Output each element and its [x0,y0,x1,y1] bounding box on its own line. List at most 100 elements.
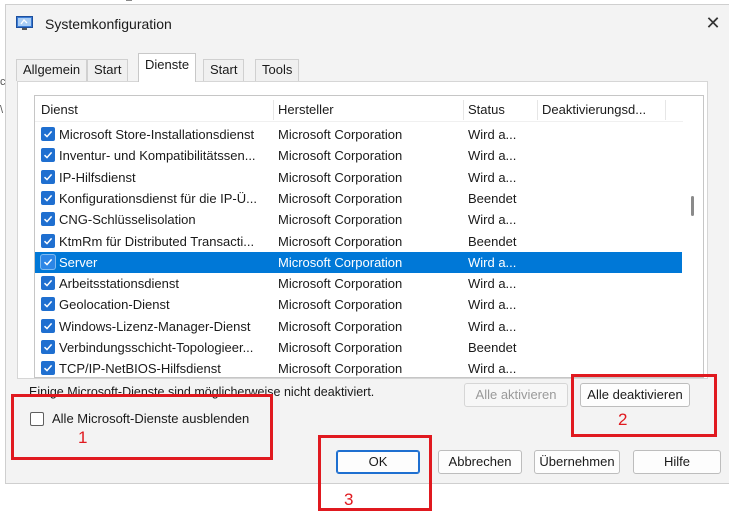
service-manufacturer: Microsoft Corporation [278,212,403,227]
service-manufacturer: Microsoft Corporation [278,340,403,355]
service-manufacturer: Microsoft Corporation [278,127,403,142]
column-header-manufacturer[interactable]: Hersteller [274,96,463,122]
service-name: Inventur- und Kompatibilitätssen... [59,148,256,163]
service-status: Wird a... [468,170,517,185]
service-checkbox[interactable] [41,319,55,333]
service-manufacturer: Microsoft Corporation [278,255,403,270]
service-checkbox[interactable] [41,170,55,184]
tab-start-2[interactable]: Start [203,59,245,81]
service-status: Wird a... [468,127,517,142]
check-icon [43,258,53,266]
check-icon [43,237,53,245]
check-icon [43,173,53,181]
service-manufacturer: Microsoft Corporation [278,361,403,376]
window-title: Systemkonfiguration [45,16,172,32]
services-panel: Dienst Hersteller Status Deaktivierungsd… [17,81,708,379]
list-header: Dienst Hersteller Status Deaktivierungsd… [35,96,684,122]
help-button[interactable]: Hilfe [633,450,721,474]
service-status: Wird a... [468,319,517,334]
annotation-box-2 [571,374,717,437]
service-status: Wird a... [468,297,517,312]
annotation-number-2: 2 [618,410,628,429]
check-icon [43,279,53,287]
service-checkbox[interactable] [41,361,55,375]
apply-button[interactable]: Übernehmen [534,450,620,474]
service-status: Beendet [468,340,517,355]
annotation-box-3 [318,435,432,511]
service-manufacturer: Microsoft Corporation [278,234,403,249]
service-status: Wird a... [468,361,517,376]
check-icon [43,343,53,351]
annotation-number-1: 1 [78,428,88,447]
service-checkbox[interactable] [41,340,55,354]
service-manufacturer: Microsoft Corporation [278,276,403,291]
table-row[interactable]: Windows-Lizenz-Manager-Dienst Microsoft C… [35,316,682,337]
check-icon [43,215,53,223]
annotation-box-1 [11,394,273,460]
service-checkbox[interactable] [41,212,55,226]
close-button[interactable]: ✕ [701,10,725,36]
tab-start[interactable]: Start [87,59,129,81]
service-checkbox[interactable] [41,191,55,205]
service-checkbox[interactable] [41,276,55,290]
check-icon [43,194,53,202]
table-row[interactable]: Microsoft Store-Installationsdienst Micro… [35,124,682,145]
check-icon [43,300,53,308]
tab-dienste[interactable]: Dienste [138,53,197,82]
scrollbar-thumb[interactable] [691,196,694,216]
service-status: Wird a... [468,255,517,270]
service-status: Wird a... [468,212,517,227]
service-name: CNG-Schlüsselisolation [59,212,196,227]
annotation-number-3: 3 [344,490,354,509]
service-name: IP-Hilfsdienst [59,170,136,185]
table-row[interactable]: CNG-Schlüsselisolation Microsoft Corporat… [35,209,682,230]
service-manufacturer: Microsoft Corporation [278,148,403,163]
service-name: KtmRm für Distributed Transacti... [59,234,255,249]
service-checkbox[interactable] [41,148,55,162]
column-header-service[interactable]: Dienst [37,96,270,122]
service-status: Wird a... [468,276,517,291]
tab-allgemein[interactable]: Allgemein [16,59,88,81]
service-name: Geolocation-Dienst [59,297,170,312]
service-manufacturer: Microsoft Corporation [278,297,403,312]
check-icon [43,322,53,330]
service-name: Server [59,255,98,270]
table-row[interactable]: Inventur- und Kompatibilitätssen... Micro… [35,145,682,166]
table-row[interactable]: Arbeitsstationsdienst Microsoft Corporati… [35,273,682,294]
service-status: Beendet [468,234,517,249]
service-name: Arbeitsstationsdienst [59,276,179,291]
service-manufacturer: Microsoft Corporation [278,319,403,334]
tab-tools[interactable]: Tools [255,59,300,81]
check-icon [43,130,53,138]
check-icon [43,151,53,159]
vertical-scrollbar[interactable] [683,96,703,377]
titlebar: Systemkonfiguration ✕ [6,5,729,45]
service-manufacturer: Microsoft Corporation [278,170,403,185]
table-row[interactable]: IP-Hilfsdienst Microsoft Corporation Wird … [35,167,682,188]
table-row[interactable]: Konfigurationsdienst für die IP-Ü... Micr… [35,188,682,209]
column-divider[interactable] [665,100,666,120]
table-row[interactable]: Verbindungsschicht-Topologieer... Microso… [35,337,682,358]
service-checkbox[interactable] [41,127,55,141]
service-name: Konfigurationsdienst für die IP-Ü... [59,191,257,206]
service-name: TCP/IP-NetBIOS-Hilfsdienst [59,361,221,376]
service-checkbox[interactable] [41,234,55,248]
table-row[interactable]: KtmRm für Distributed Transacti... Micros… [35,231,682,252]
table-row[interactable]: Geolocation-Dienst Microsoft Corporation W… [35,294,682,315]
column-header-status[interactable]: Status [464,96,537,122]
services-list: Dienst Hersteller Status Deaktivierungsd… [34,95,704,378]
msconfig-app-icon [16,16,33,30]
service-name: Verbindungsschicht-Topologieer... [59,340,254,355]
background-glyph: \ [0,104,4,116]
service-status: Wird a... [468,148,517,163]
service-status: Beendet [468,191,517,206]
service-checkbox[interactable] [41,255,55,269]
cancel-button[interactable]: Abbrechen [438,450,522,474]
service-checkbox[interactable] [41,297,55,311]
check-icon [43,364,53,372]
enable-all-button[interactable]: Alle aktivieren [464,383,568,407]
column-header-disable-date[interactable]: Deaktivierungsd... [538,96,684,122]
table-row[interactable]: Server Microsoft Corporation Wird a... [35,252,682,273]
service-name: Windows-Lizenz-Manager-Dienst [59,319,251,334]
close-icon: ✕ [705,13,721,33]
